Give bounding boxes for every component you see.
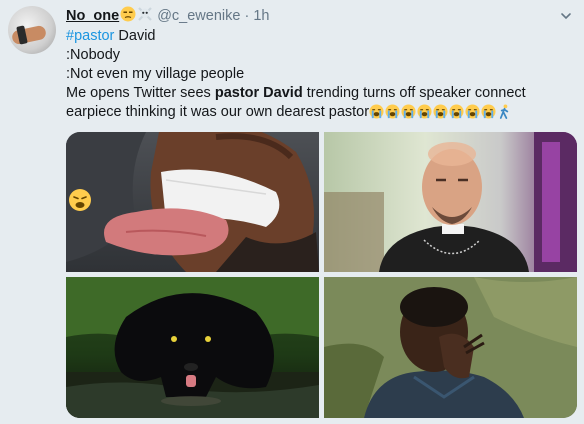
timestamp[interactable]: 1h — [253, 8, 269, 24]
loudly-crying-face-icon — [417, 104, 432, 119]
loudly-crying-face-icon — [385, 104, 400, 119]
tweet-line-2: :Nobody — [66, 47, 121, 63]
photo-man-tongue[interactable] — [66, 132, 319, 272]
loudly-crying-face-icon — [369, 104, 384, 119]
boy-illustration — [324, 277, 577, 418]
man-tongue-illustration — [66, 132, 319, 272]
hashtag-link[interactable]: #pastor — [66, 28, 114, 44]
loudly-crying-face-icon — [433, 104, 448, 119]
skull-and-crossbones-icon — [138, 7, 152, 21]
user-handle[interactable]: @c_ewenike — [157, 8, 240, 24]
tweet-line-4: Me opens Twitter sees pastor David trend… — [66, 84, 578, 103]
photo-boy-hand-on-face[interactable] — [324, 277, 577, 418]
line-4-bold: pastor David — [214, 85, 303, 101]
tweet-text: #pastor David :Nobody :Not even my villa… — [66, 27, 578, 122]
line-5-pre: earpiece thinking it was our own dearest… — [66, 104, 370, 120]
chevron-down-icon[interactable] — [560, 10, 572, 22]
unamused-face-icon — [120, 6, 136, 22]
line-1-rest: David — [114, 28, 156, 44]
loudly-crying-face-icon — [465, 104, 480, 119]
line-4-post: trending turns off speaker connect — [302, 85, 526, 101]
line-4-pre: Me opens Twitter sees — [66, 85, 215, 101]
tweet-line-5: earpiece thinking it was our own dearest… — [66, 103, 578, 122]
loudly-crying-face-icon — [401, 104, 416, 119]
loudly-crying-face-icon — [481, 104, 496, 119]
tweet-line-3: :Not even my village people — [66, 66, 245, 82]
person-walking-icon — [499, 104, 509, 119]
loudly-crying-face-icon — [449, 104, 464, 119]
tweet-card[interactable]: No_one @c_ewenike · 1h #pastor David :No… — [0, 0, 584, 424]
photo-panther-drinking[interactable] — [66, 277, 319, 418]
display-name[interactable]: No_one — [66, 8, 119, 24]
media-grid — [66, 132, 577, 418]
priest-illustration — [324, 132, 577, 272]
crying-emoji-row — [369, 104, 512, 119]
weary-face-icon — [69, 189, 91, 211]
panther-illustration — [66, 277, 319, 418]
avatar[interactable] — [8, 6, 56, 54]
tweet-line-1: #pastor David — [66, 27, 578, 46]
photo-priest[interactable] — [324, 132, 577, 272]
tweet-header: No_one @c_ewenike · 1h — [66, 6, 269, 26]
separator-dot: · — [244, 8, 250, 24]
